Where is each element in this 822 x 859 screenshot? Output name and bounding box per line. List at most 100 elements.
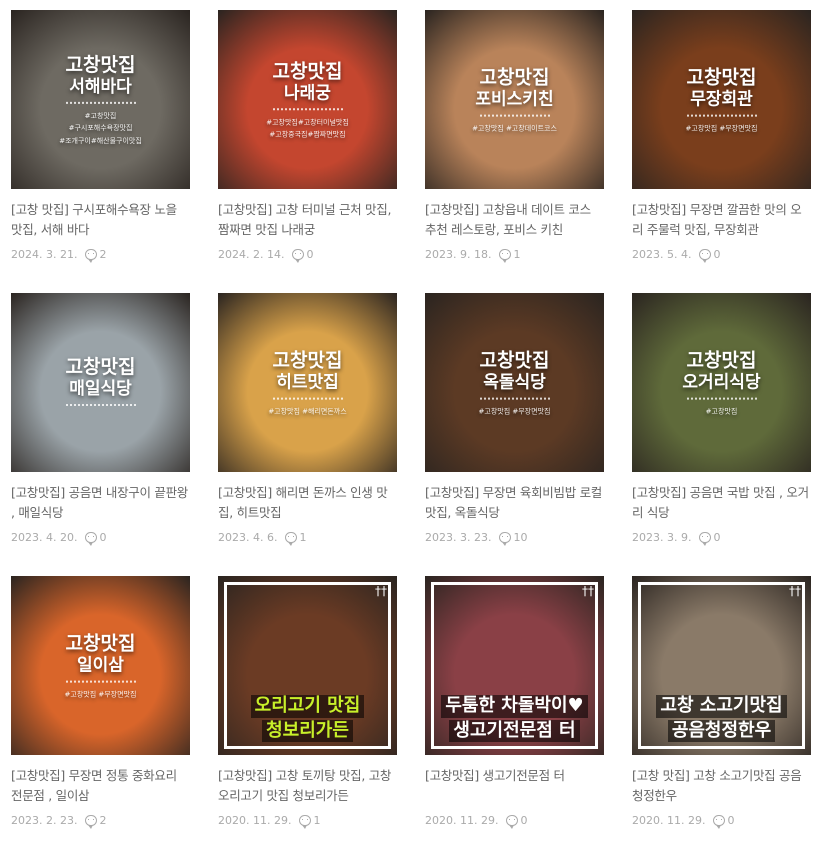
thumbnail-overlay-text: 고창맛집 나래궁 #고창맛집#고창터미널맛집 #고창중국집#짬짜면맛집: [218, 60, 397, 140]
post-thumbnail[interactable]: 고창맛집 히트맛집 #고창맛집 #해리면돈까스: [218, 293, 397, 472]
cutlery-icon: ††: [789, 584, 801, 598]
overlay-line: 오거리식당: [682, 372, 761, 393]
post-thumbnail[interactable]: 고창맛집 포비스키친 #고창맛집 #고창데이트코스: [425, 10, 604, 189]
comment-icon: [499, 248, 512, 263]
post-thumbnail[interactable]: 고창맛집 오거리식당 #고창맛집: [632, 293, 811, 472]
post-date: 2023. 9. 18.: [425, 247, 492, 261]
post-date: 2023. 2. 23.: [11, 813, 78, 827]
post-card[interactable]: †† 두툼한 차돌박이♥ 생고기전문점 터 [고창맛집] 생고기전문점 터 2020. …: [425, 576, 604, 859]
post-thumbnail[interactable]: 고창맛집 서해바다 #고창맛집 #구시포해수욕장맛집 #조개구이#해산물구이맛집: [11, 10, 190, 189]
post-card[interactable]: 고창맛집 포비스키친 #고창맛집 #고창데이트코스 [고창맛집] 고창읍내 데이트 코…: [425, 10, 604, 293]
thumbnail-caption: 두툼한 차돌박이♥ 생고기전문점 터: [425, 694, 604, 743]
post-title-link[interactable]: [고창맛집] 해리면 돈까스 인생 맛집, 히트맛집: [218, 483, 397, 523]
post-title-link[interactable]: [고창맛집] 고창읍내 데이트 코스 추천 레스토랑, 포비스 키친: [425, 200, 604, 240]
post-card[interactable]: 고창맛집 옥돌식당 #고창맛집 #무장면맛집 [고창맛집] 무장면 육회비빔밥 로컬 …: [425, 293, 604, 576]
thumbnail-overlay-text: 고창맛집 매일식당: [11, 356, 190, 410]
post-card[interactable]: 고창맛집 히트맛집 #고창맛집 #해리면돈까스 [고창맛집] 해리면 돈까스 인생 맛…: [218, 293, 397, 576]
overlay-line: 고창맛집: [686, 66, 757, 89]
comment-icon: [699, 531, 712, 546]
comment-count[interactable]: 0: [713, 531, 720, 544]
post-meta: 2024. 2. 14. 0: [218, 246, 397, 263]
comment-count[interactable]: 0: [727, 814, 734, 827]
post-title-link[interactable]: [고창 맛집] 고창 소고기맛집 공음청정한우: [632, 766, 811, 806]
comment-count[interactable]: 0: [520, 814, 527, 827]
comment-count[interactable]: 2: [99, 814, 106, 827]
post-card[interactable]: †† 오리고기 맛집 청보리가든 [고창맛집] 고창 토끼탕 맛집, 고창 오리고기 …: [218, 576, 397, 859]
overlay-line: 고창맛집: [686, 349, 757, 372]
post-thumbnail[interactable]: 고창맛집 일이삼 #고창맛집 #무장면맛집: [11, 576, 190, 755]
post-card[interactable]: 고창맛집 일이삼 #고창맛집 #무장면맛집 [고창맛집] 무장면 정통 중화요리 전문…: [11, 576, 190, 859]
comment-count[interactable]: 0: [306, 248, 313, 261]
thumbnail-overlay-text: 고창맛집 일이삼 #고창맛집 #무장면맛집: [11, 632, 190, 699]
thumbnail-overlay-text: 고창맛집 무장회관 #고창맛집 #무장면맛집: [632, 66, 811, 133]
post-thumbnail[interactable]: 고창맛집 매일식당: [11, 293, 190, 472]
post-card[interactable]: 고창맛집 매일식당 [고창맛집] 공음면 내장구이 끝판왕 , 매일식당 2023. …: [11, 293, 190, 576]
comment-count[interactable]: 1: [313, 814, 320, 827]
overlay-line: 고창맛집: [65, 355, 136, 378]
post-card[interactable]: 고창맛집 나래궁 #고창맛집#고창터미널맛집 #고창중국집#짬짜면맛집 [고창맛집] 고…: [218, 10, 397, 293]
caption-line: 공음청정한우: [667, 719, 776, 742]
overlay-hashtag: #고창맛집 #무장면맛집: [478, 407, 551, 416]
overlay-hashtag: #고창맛집#고창터미널맛집: [266, 117, 349, 126]
post-thumbnail[interactable]: †† 오리고기 맛집 청보리가든: [218, 576, 397, 755]
post-date: 2020. 11. 29.: [632, 813, 706, 827]
post-title-link[interactable]: [고창 맛집] 구시포해수욕장 노을 맛집, 서해 바다: [11, 200, 190, 240]
post-title-link[interactable]: [고창맛집] 공음면 내장구이 끝판왕 , 매일식당: [11, 483, 190, 523]
post-date: 2020. 11. 29.: [425, 813, 499, 827]
comment-icon: [506, 814, 519, 829]
overlay-line: 일이삼: [77, 655, 124, 676]
post-date: 2020. 11. 29.: [218, 813, 292, 827]
post-thumbnail[interactable]: †† 고창 소고기맛집 공음청정한우: [632, 576, 811, 755]
post-title-link[interactable]: [고창맛집] 고창 토끼탕 맛집, 고창 오리고기 맛집 청보리가든: [218, 766, 397, 806]
post-card[interactable]: 고창맛집 오거리식당 #고창맛집 [고창맛집] 공음면 국밥 맛집 , 오거리 식당 2…: [632, 293, 811, 576]
post-date: 2023. 4. 6.: [218, 530, 278, 544]
post-title-link[interactable]: [고창맛집] 고창 터미널 근처 맛집, 짬짜면 맛집 나래궁: [218, 200, 397, 240]
post-meta: 2020. 11. 29. 0: [632, 812, 811, 829]
caption-line: 두툼한 차돌박이♥: [441, 695, 588, 718]
thumbnail-caption: 고창 소고기맛집 공음청정한우: [632, 694, 811, 743]
post-meta: 2024. 3. 21. 2: [11, 246, 190, 263]
overlay-line: 포비스키친: [475, 89, 554, 110]
comment-count[interactable]: 10: [513, 531, 527, 544]
wave-divider: [686, 397, 757, 403]
overlay-hashtag: #고창맛집 #무장면맛집: [685, 124, 758, 133]
caption-line: 고창 소고기맛집: [656, 695, 787, 718]
post-title-link[interactable]: [고창맛집] 무장면 육회비빔밥 로컬 맛집, 옥돌식당: [425, 483, 604, 523]
post-thumbnail[interactable]: 고창맛집 옥돌식당 #고창맛집 #무장면맛집: [425, 293, 604, 472]
post-title-link[interactable]: [고창맛집] 무장면 정통 중화요리 전문점 , 일이삼: [11, 766, 190, 806]
post-card[interactable]: 고창맛집 무장회관 #고창맛집 #무장면맛집 [고창맛집] 무장면 깔끔한 맛의 오리…: [632, 10, 811, 293]
thumbnail-overlay-text: 고창맛집 히트맛집 #고창맛집 #해리면돈까스: [218, 349, 397, 416]
post-title-link[interactable]: [고창맛집] 무장면 깔끔한 맛의 오리 주물럭 맛집, 무장회관: [632, 200, 811, 240]
comment-count[interactable]: 2: [99, 248, 106, 261]
overlay-line: 고창맛집: [272, 59, 343, 82]
thumbnail-overlay-text: 고창맛집 옥돌식당 #고창맛집 #무장면맛집: [425, 349, 604, 416]
overlay-line: 매일식당: [69, 379, 132, 400]
wave-divider: [65, 101, 136, 107]
post-meta: 2023. 5. 4. 0: [632, 246, 811, 263]
post-thumbnail[interactable]: 고창맛집 무장회관 #고창맛집 #무장면맛집: [632, 10, 811, 189]
post-title-link[interactable]: [고창맛집] 공음면 국밥 맛집 , 오거리 식당: [632, 483, 811, 523]
post-title-link[interactable]: [고창맛집] 생고기전문점 터: [425, 766, 604, 806]
post-date: 2024. 3. 21.: [11, 247, 78, 261]
comment-icon: [292, 248, 305, 263]
post-date: 2023. 3. 23.: [425, 530, 492, 544]
post-thumbnail[interactable]: 고창맛집 나래궁 #고창맛집#고창터미널맛집 #고창중국집#짬짜면맛집: [218, 10, 397, 189]
post-card[interactable]: 고창맛집 서해바다 #고창맛집 #구시포해수욕장맛집 #조개구이#해산물구이맛집 [고창 …: [11, 10, 190, 293]
post-meta: 2023. 3. 9. 0: [632, 529, 811, 546]
post-thumbnail[interactable]: †† 두툼한 차돌박이♥ 생고기전문점 터: [425, 576, 604, 755]
overlay-hashtag: #고창맛집 #해리면돈까스: [268, 407, 347, 416]
overlay-hashtag: #고창맛집: [84, 111, 117, 120]
overlay-line: 서해바다: [69, 77, 132, 98]
overlay-line: 무장회관: [690, 89, 753, 110]
caption-line: 오리고기 맛집: [250, 695, 365, 718]
comment-count[interactable]: 1: [299, 531, 306, 544]
post-card[interactable]: †† 고창 소고기맛집 공음청정한우 [고창 맛집] 고창 소고기맛집 공음청정한우 2…: [632, 576, 811, 859]
comment-icon: [85, 248, 98, 263]
thumbnail-overlay-text: 고창맛집 오거리식당 #고창맛집: [632, 349, 811, 416]
overlay-hashtag: #고창중국집#짬짜면맛집: [269, 130, 346, 139]
comment-count[interactable]: 0: [713, 248, 720, 261]
post-date: 2023. 3. 9.: [632, 530, 692, 544]
comment-count[interactable]: 0: [99, 531, 106, 544]
comment-count[interactable]: 1: [513, 248, 520, 261]
wave-divider: [479, 397, 550, 403]
